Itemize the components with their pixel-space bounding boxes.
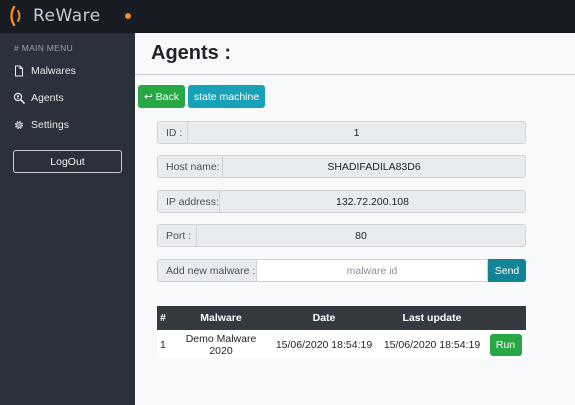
id-value: 1 — [188, 122, 525, 143]
host-name-value: SHADIFADILA83D6 — [223, 156, 525, 177]
sidebar-item-settings[interactable]: Settings — [12, 115, 69, 135]
port-field: Port : 80 — [157, 224, 526, 247]
title-divider — [135, 74, 575, 75]
port-label: Port : — [158, 225, 197, 246]
table-row: 1 Demo Malware 2020 15/06/2020 18:54:19 … — [157, 330, 526, 359]
sidebar-item-label: Settings — [31, 119, 69, 131]
run-button[interactable]: Run — [489, 333, 522, 356]
row-date: 15/06/2020 18:54:19 — [275, 338, 373, 351]
row-malware: Demo Malware 2020 — [185, 332, 257, 357]
ip-address-field: IP address: 132.72.200.108 — [157, 190, 526, 213]
back-button[interactable]: ↩ Back — [138, 85, 185, 108]
table-header-row: # Malware Date Last update — [157, 306, 526, 330]
ip-address-label: IP address: — [158, 191, 220, 212]
sidebar: # MAIN MENU Malwares Agents Settings Log… — [0, 33, 135, 405]
host-name-field: Host name: SHADIFADILA83D6 — [157, 155, 526, 178]
host-name-label: Host name: — [158, 156, 223, 177]
gear-icon — [12, 119, 25, 132]
send-button[interactable]: Send — [488, 259, 526, 282]
id-label: ID : — [158, 122, 188, 143]
main-content: Agents : ↩ Back state machine ID : 1 Hos… — [135, 33, 575, 405]
logout-button[interactable]: LogOut — [13, 150, 122, 173]
add-malware-group: Add new malware : Send — [157, 259, 526, 282]
sidebar-item-label: Agents — [31, 92, 64, 104]
ip-address-value: 132.72.200.108 — [220, 191, 525, 212]
brand-name: ReWare — [33, 6, 101, 26]
sidebar-item-label: Malwares — [31, 65, 76, 77]
malware-id-input[interactable] — [256, 259, 488, 282]
column-header-action — [485, 306, 526, 330]
column-header-date: Date — [312, 312, 336, 324]
column-header-number: # — [160, 312, 166, 324]
id-field: ID : 1 — [157, 121, 526, 144]
sidebar-item-malwares[interactable]: Malwares — [12, 61, 76, 81]
row-number: 1 — [160, 338, 166, 351]
search-person-icon — [12, 92, 25, 105]
port-value: 80 — [197, 225, 525, 246]
brand-dot — [125, 13, 131, 19]
state-machine-button[interactable]: state machine — [188, 85, 265, 108]
row-last-update: 15/06/2020 18:54:19 — [383, 338, 481, 351]
page-title: Agents : — [151, 42, 231, 64]
logo-icon — [10, 5, 21, 27]
column-header-malware: Malware — [200, 312, 242, 324]
malware-table: # Malware Date Last update 1 Demo Malwar… — [157, 306, 526, 359]
sidebar-item-agents[interactable]: Agents — [12, 88, 64, 108]
column-header-last-update: Last update — [402, 312, 462, 324]
add-malware-label: Add new malware : — [157, 259, 256, 282]
row-action-cell: Run — [485, 330, 526, 359]
menu-heading: # MAIN MENU — [14, 43, 74, 53]
file-icon — [12, 65, 25, 78]
top-bar: ReWare — [0, 0, 575, 33]
